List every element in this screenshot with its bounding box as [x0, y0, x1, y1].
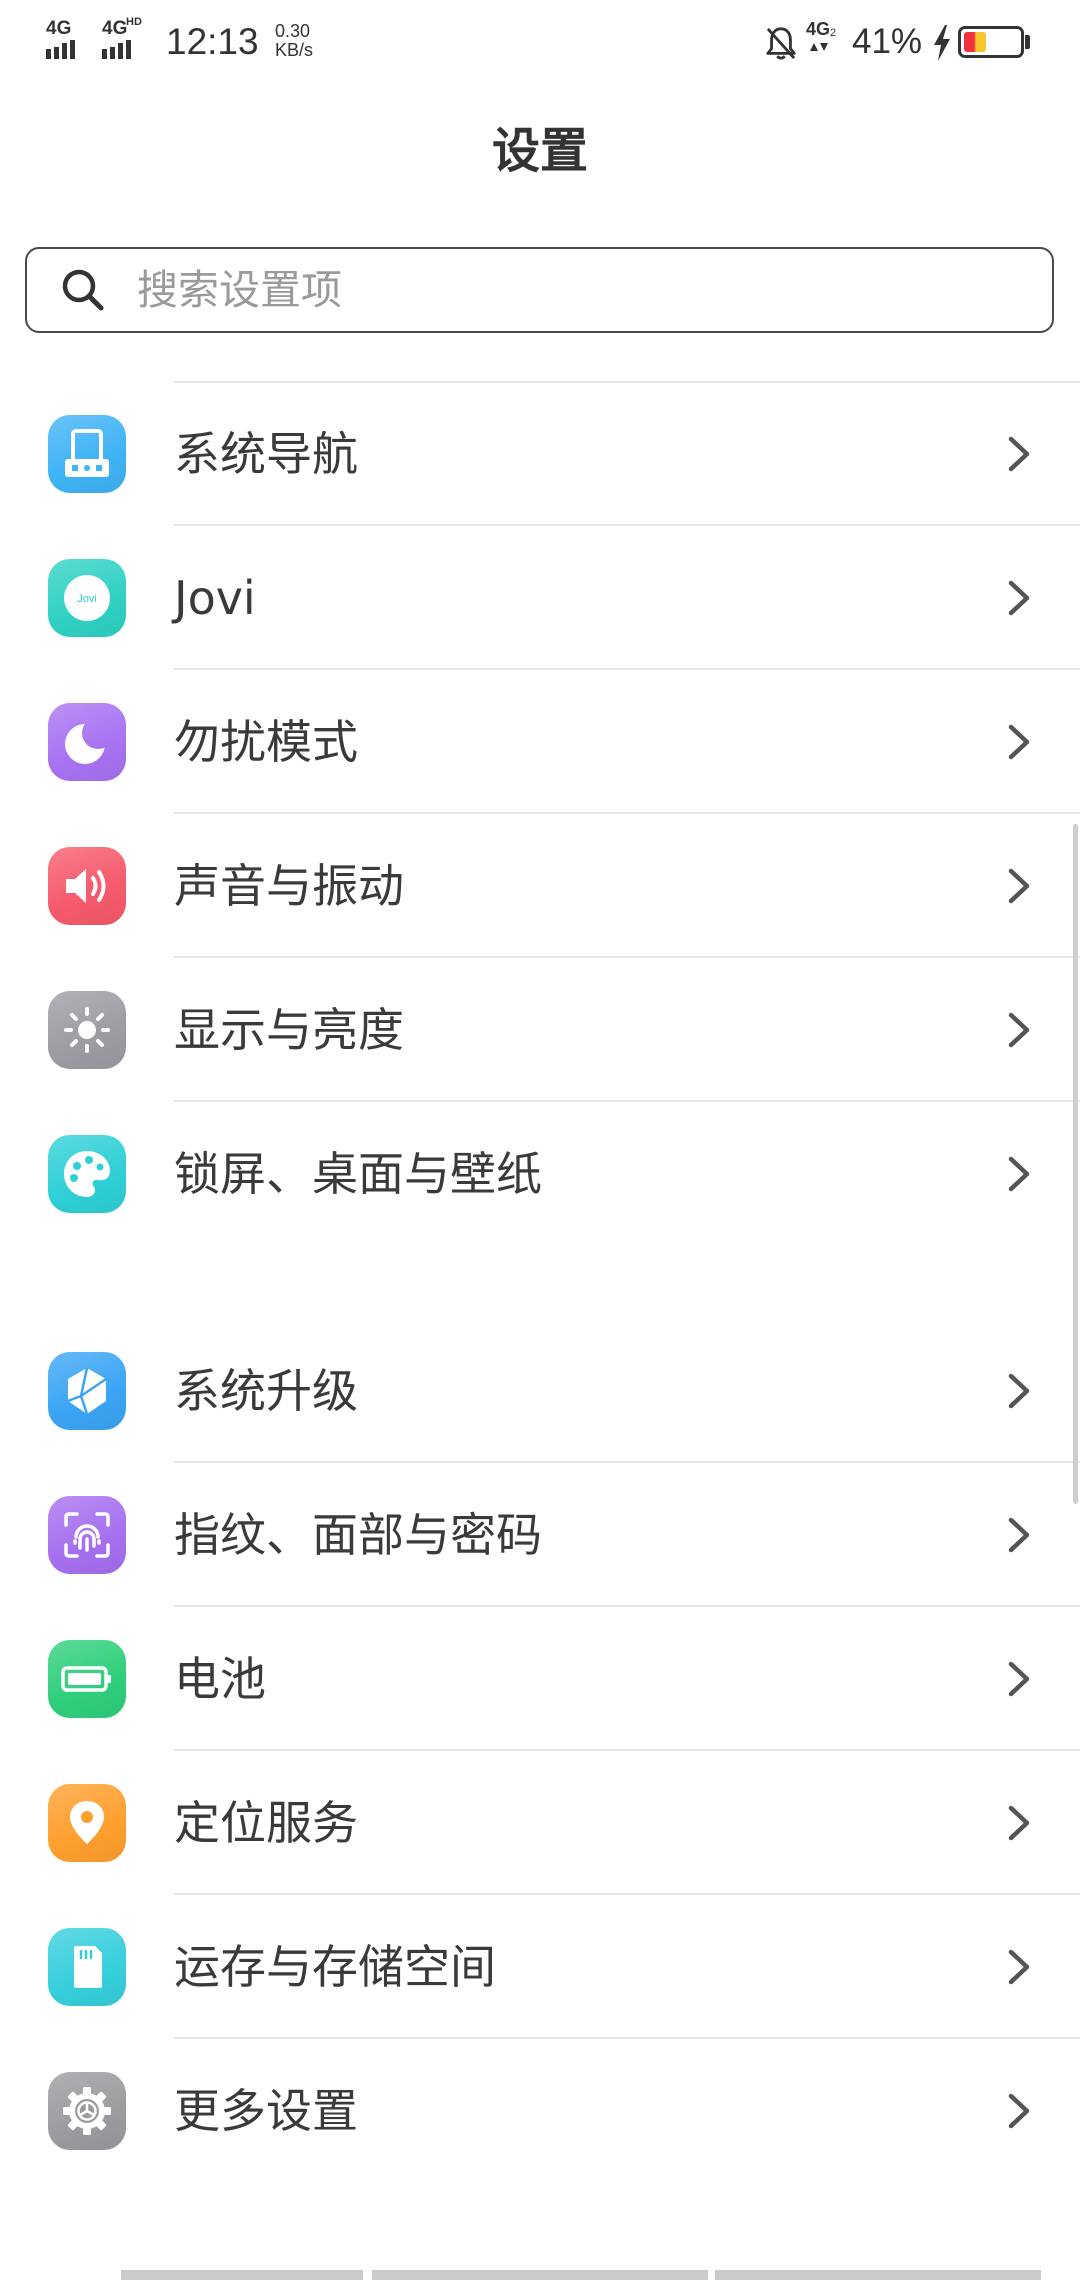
network-speed-unit: KB/s	[275, 40, 314, 60]
gear-icon	[48, 2072, 126, 2150]
battery-fill	[964, 32, 987, 52]
clock: 12:13	[166, 21, 259, 62]
signal-bar	[110, 47, 115, 59]
nav-bar-segment	[121, 2270, 363, 2280]
sim1-signal: 4G	[46, 19, 90, 59]
chevron-right-icon	[1008, 724, 1030, 760]
settings-item-label: 运存与存储空间	[174, 1940, 496, 1994]
status-bar: 4G 4G HD 12:13 0.30 KB/s 4G 2 41%	[0, 0, 1080, 87]
chevron-right-icon	[1008, 580, 1030, 616]
speaker-icon	[48, 847, 126, 925]
battery-terminal	[1025, 35, 1030, 49]
sd-card-icon	[48, 1928, 126, 2006]
settings-item-label: 电池	[174, 1652, 266, 1706]
chevron-right-icon	[1008, 1156, 1030, 1192]
battery-icon	[48, 1640, 126, 1718]
search-box[interactable]	[25, 247, 1054, 333]
mobile-data-sim-number: 2	[830, 27, 837, 39]
search-input[interactable]	[137, 249, 1017, 330]
settings-group-1: 系统导航 Jovi Jovi 勿扰模式 声音与振动 显示与亮度 锁屏、桌面与壁纸	[0, 382, 1080, 1246]
settings-item-label: 更多设置	[174, 2084, 358, 2138]
sim2-network-label: 4G	[102, 18, 128, 39]
system-navigation-icon	[48, 415, 126, 493]
settings-item-location-services[interactable]: 定位服务	[0, 1751, 1080, 1895]
charging-bolt-icon	[934, 25, 950, 61]
settings-item-system-navigation[interactable]: 系统导航	[0, 382, 1080, 526]
mobile-data-network-label: 4G	[806, 19, 831, 39]
page-title: 设置	[491, 123, 588, 179]
settings-item-sound-vibration[interactable]: 声音与振动	[0, 814, 1080, 958]
settings-item-lockscreen-wallpaper[interactable]: 锁屏、桌面与壁纸	[0, 1102, 1080, 1246]
moon-icon	[48, 703, 126, 781]
chevron-right-icon	[1008, 1805, 1030, 1841]
settings-item-label: 定位服务	[174, 1796, 358, 1850]
settings-item-label: Jovi	[174, 571, 256, 625]
bell-off-icon	[766, 27, 796, 60]
signal-bar	[62, 43, 67, 59]
network-speed-value: 0.30	[275, 21, 311, 41]
settings-group-2: 系统升级 指纹、面部与密码 电池 定位服务 运存与存储空间 更多设置	[0, 1319, 1080, 2183]
chevron-right-icon	[1008, 1373, 1030, 1409]
scrollbar[interactable]	[1073, 824, 1078, 1504]
data-activity-arrows-icon	[810, 43, 828, 51]
signal-bar	[118, 43, 123, 59]
network-speed: 0.30 KB/s	[275, 22, 313, 60]
settings-item-do-not-disturb[interactable]: 勿扰模式	[0, 670, 1080, 814]
sim1-network-label: 4G	[46, 18, 72, 39]
fingerprint-icon	[48, 1496, 126, 1574]
signal-bar	[102, 49, 107, 59]
settings-item-label: 声音与振动	[174, 859, 404, 913]
settings-item-fingerprint-face-password[interactable]: 指纹、面部与密码	[0, 1463, 1080, 1607]
nav-bar-segment	[372, 2270, 708, 2280]
signal-bars-icon	[46, 40, 75, 59]
settings-item-label: 锁屏、桌面与壁纸	[174, 1147, 542, 1201]
nav-bar-segment	[715, 2270, 1041, 2280]
signal-bars-icon	[102, 40, 131, 59]
settings-item-label: 系统导航	[174, 427, 358, 481]
mobile-data-indicator: 4G 2	[806, 20, 848, 62]
settings-item-more-settings[interactable]: 更多设置	[0, 2039, 1080, 2183]
signal-bar	[54, 47, 59, 59]
chevron-right-icon	[1008, 1949, 1030, 1985]
chevron-right-icon	[1008, 1012, 1030, 1048]
settings-item-battery[interactable]: 电池	[0, 1607, 1080, 1751]
jovi-logo-text: Jovi	[77, 593, 97, 605]
palette-icon	[48, 1135, 126, 1213]
jovi-icon: Jovi	[48, 559, 126, 637]
settings-item-label: 勿扰模式	[174, 715, 358, 769]
chevron-right-icon	[1008, 2093, 1030, 2129]
chevron-right-icon	[1008, 868, 1030, 904]
settings-item-label: 指纹、面部与密码	[174, 1508, 542, 1562]
settings-item-system-update[interactable]: 系统升级	[0, 1319, 1080, 1463]
chevron-right-icon	[1008, 1517, 1030, 1553]
sim2-signal: 4G HD	[102, 16, 146, 59]
settings-item-memory-storage[interactable]: 运存与存储空间	[0, 1895, 1080, 2039]
settings-item-jovi[interactable]: Jovi Jovi	[0, 526, 1080, 670]
system-update-icon	[48, 1352, 126, 1430]
signal-bar	[70, 40, 75, 59]
search-icon	[62, 269, 104, 311]
signal-bar	[126, 40, 131, 59]
signal-bar	[46, 49, 51, 59]
settings-item-label: 显示与亮度	[174, 1003, 404, 1057]
battery-percentage: 41%	[852, 22, 923, 61]
settings-item-label: 系统升级	[174, 1364, 358, 1418]
settings-item-display-brightness[interactable]: 显示与亮度	[0, 958, 1080, 1102]
chevron-right-icon	[1008, 436, 1030, 472]
sim2-hd-badge: HD	[126, 16, 142, 28]
chevron-right-icon	[1008, 1661, 1030, 1697]
sun-icon	[48, 991, 126, 1069]
location-pin-icon	[48, 1784, 126, 1862]
battery-status-icon	[958, 26, 1024, 58]
